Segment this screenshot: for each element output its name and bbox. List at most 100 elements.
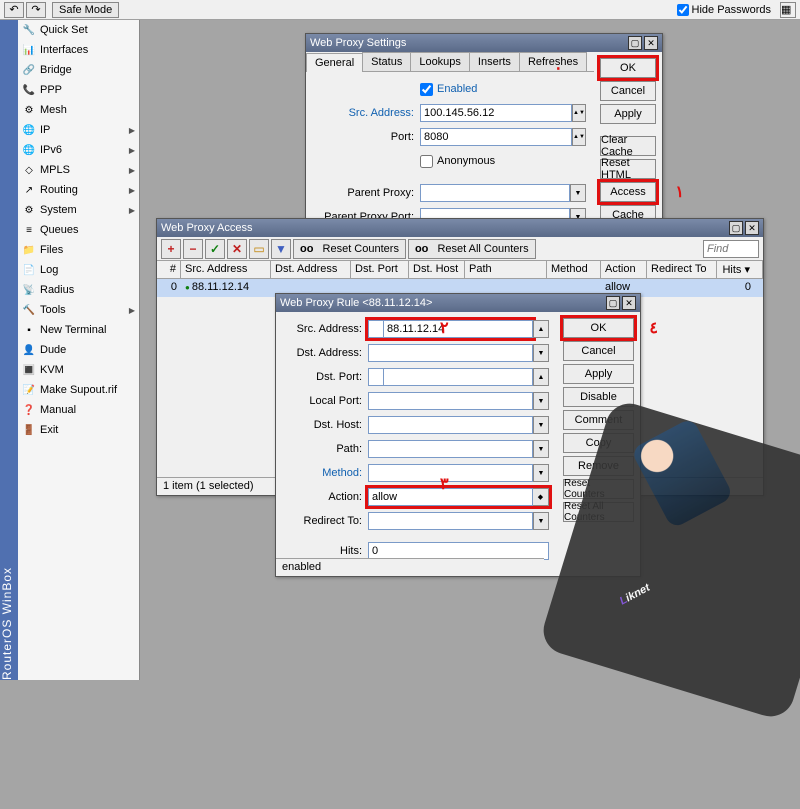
wpr-lport-dropdown-icon[interactable]: ▼	[533, 392, 549, 410]
close-icon[interactable]: ✕	[745, 221, 759, 235]
sidebar-item-tools[interactable]: 🔨Tools▶	[18, 300, 139, 320]
sidebar-item-quick-set[interactable]: 🔧Quick Set	[18, 20, 139, 40]
sidebar-item-mesh[interactable]: ⚙Mesh	[18, 100, 139, 120]
header-action[interactable]: Action	[601, 261, 647, 278]
undo-button[interactable]: ↶	[4, 2, 24, 18]
not-toggle[interactable]	[368, 368, 384, 386]
wpr-dport-updown-icon[interactable]: ▲	[533, 368, 549, 386]
wpr-dhost-dropdown-icon[interactable]: ▼	[533, 416, 549, 434]
header-hits[interactable]: Hits ▾	[717, 261, 763, 278]
wpr-reset-counters-button[interactable]: Reset Counters	[563, 479, 634, 499]
sidebar-item-radius[interactable]: 📡Radius	[18, 280, 139, 300]
redo-button[interactable]: ↷	[26, 2, 46, 18]
cancel-button[interactable]: Cancel	[600, 81, 656, 101]
header-num[interactable]: #	[157, 261, 181, 278]
comment-button[interactable]: ▭	[249, 239, 269, 259]
sidebar-item-ip[interactable]: 🌐IP▶	[18, 120, 139, 140]
sidebar-item-ipv6[interactable]: 🌐IPv6▶	[18, 140, 139, 160]
ok-button[interactable]: OK	[600, 58, 656, 78]
header-host[interactable]: Dst. Host	[409, 261, 465, 278]
wpr-src-input[interactable]	[383, 320, 533, 338]
parent-proxy-dropdown-icon[interactable]: ▼	[570, 184, 586, 202]
header-port[interactable]: Dst. Port	[351, 261, 409, 278]
reset-counters-button[interactable]: oo Reset Counters	[293, 239, 406, 259]
sidebar-item-make-supout-rif[interactable]: 📝Make Supout.rif	[18, 380, 139, 400]
header-path[interactable]: Path	[465, 261, 547, 278]
sidebar-item-exit[interactable]: 🚪Exit	[18, 420, 139, 440]
wpr-copy-button[interactable]: Copy	[563, 433, 634, 453]
add-button[interactable]: +	[161, 239, 181, 259]
wpr-dst-input[interactable]	[368, 344, 533, 362]
wpr-action-input[interactable]	[368, 488, 533, 506]
safe-mode-button[interactable]: Safe Mode	[52, 2, 119, 18]
tab-status[interactable]: Status	[362, 52, 411, 71]
sidebar-item-files[interactable]: 📁Files	[18, 240, 139, 260]
tab-lookups[interactable]: Lookups	[410, 52, 470, 71]
minimize-icon[interactable]: ▢	[628, 36, 642, 50]
sidebar-item-log[interactable]: 📄Log	[18, 260, 139, 280]
wpr-comment-button[interactable]: Comment	[563, 410, 634, 430]
enable-button[interactable]: ✓	[205, 239, 225, 259]
wps-titlebar[interactable]: Web Proxy Settings ▢ ✕	[306, 34, 662, 52]
wpr-remove-button[interactable]: Remove	[563, 456, 634, 476]
sidebar-item-new-terminal[interactable]: ▪New Terminal	[18, 320, 139, 340]
minimize-icon[interactable]: ▢	[606, 296, 620, 310]
reset-html-button[interactable]: Reset HTML	[600, 159, 656, 179]
remove-button[interactable]: −	[183, 239, 203, 259]
wpr-redirect-input[interactable]	[368, 512, 533, 530]
minimize-icon[interactable]: ▢	[729, 221, 743, 235]
header-src[interactable]: Src. Address	[181, 261, 271, 278]
wpr-dport-input[interactable]	[383, 368, 533, 386]
sidebar-item-dude[interactable]: 👤Dude	[18, 340, 139, 360]
reset-all-counters-button[interactable]: oo Reset All Counters	[408, 239, 536, 259]
wpr-cancel-button[interactable]: Cancel	[563, 341, 634, 361]
tab-refreshes[interactable]: Refreshes	[519, 52, 587, 71]
sidebar-item-routing[interactable]: ↗Routing▶	[18, 180, 139, 200]
close-icon[interactable]: ✕	[644, 36, 658, 50]
anonymous-checkbox[interactable]	[420, 155, 433, 168]
parent-proxy-input[interactable]	[420, 184, 570, 202]
filter-button[interactable]: ▼	[271, 239, 291, 259]
wpr-method-dropdown-icon[interactable]: ▼	[533, 464, 549, 482]
header-redirect[interactable]: Redirect To	[647, 261, 717, 278]
wpr-src-updown-icon[interactable]: ▲	[533, 320, 549, 338]
sidebar-item-bridge[interactable]: 🔗Bridge	[18, 60, 139, 80]
find-input[interactable]	[703, 240, 759, 258]
disable-button[interactable]: ✕	[227, 239, 247, 259]
wpr-action-dropdown-icon[interactable]: ◆	[533, 488, 549, 506]
sidebar-item-manual[interactable]: ❓Manual	[18, 400, 139, 420]
header-dst[interactable]: Dst. Address	[271, 261, 351, 278]
wpr-redirect-dropdown-icon[interactable]: ▼	[533, 512, 549, 530]
wpr-method-input[interactable]	[368, 464, 533, 482]
wpa-titlebar[interactable]: Web Proxy Access ▢ ✕	[157, 219, 763, 237]
sidebar-item-system[interactable]: ⚙System▶	[18, 200, 139, 220]
header-method[interactable]: Method	[547, 261, 601, 278]
close-icon[interactable]: ✕	[622, 296, 636, 310]
enabled-checkbox[interactable]	[420, 83, 433, 96]
wpr-path-input[interactable]	[368, 440, 533, 458]
port-input[interactable]	[420, 128, 572, 146]
sidebar-item-mpls[interactable]: ◇MPLS▶	[18, 160, 139, 180]
wpr-dhost-input[interactable]	[368, 416, 533, 434]
wpr-reset-all-counters-button[interactable]: Reset All Counters	[563, 502, 634, 522]
wpr-lport-input[interactable]	[368, 392, 533, 410]
hide-passwords-checkbox[interactable]	[677, 4, 689, 16]
sidebar-item-ppp[interactable]: 📞PPP	[18, 80, 139, 100]
src-address-input[interactable]	[420, 104, 572, 122]
tab-general[interactable]: General	[306, 53, 363, 72]
hide-passwords-toggle[interactable]: Hide Passwords ▦	[677, 2, 796, 18]
sidebar-item-queues[interactable]: ≡Queues	[18, 220, 139, 240]
wpr-ok-button[interactable]: OK	[563, 318, 634, 338]
sidebar-item-kvm[interactable]: 🔳KVM	[18, 360, 139, 380]
access-button[interactable]: Access	[600, 182, 656, 202]
src-address-spinner[interactable]: ▲▼	[572, 104, 586, 122]
wpr-path-dropdown-icon[interactable]: ▼	[533, 440, 549, 458]
apply-button[interactable]: Apply	[600, 104, 656, 124]
wpr-apply-button[interactable]: Apply	[563, 364, 634, 384]
wpr-disable-button[interactable]: Disable	[563, 387, 634, 407]
tab-inserts[interactable]: Inserts	[469, 52, 520, 71]
wpr-dst-dropdown-icon[interactable]: ▼	[533, 344, 549, 362]
not-toggle[interactable]	[368, 320, 384, 338]
sidebar-item-interfaces[interactable]: 📊Interfaces	[18, 40, 139, 60]
extra-toolbar-icon[interactable]: ▦	[780, 2, 796, 18]
